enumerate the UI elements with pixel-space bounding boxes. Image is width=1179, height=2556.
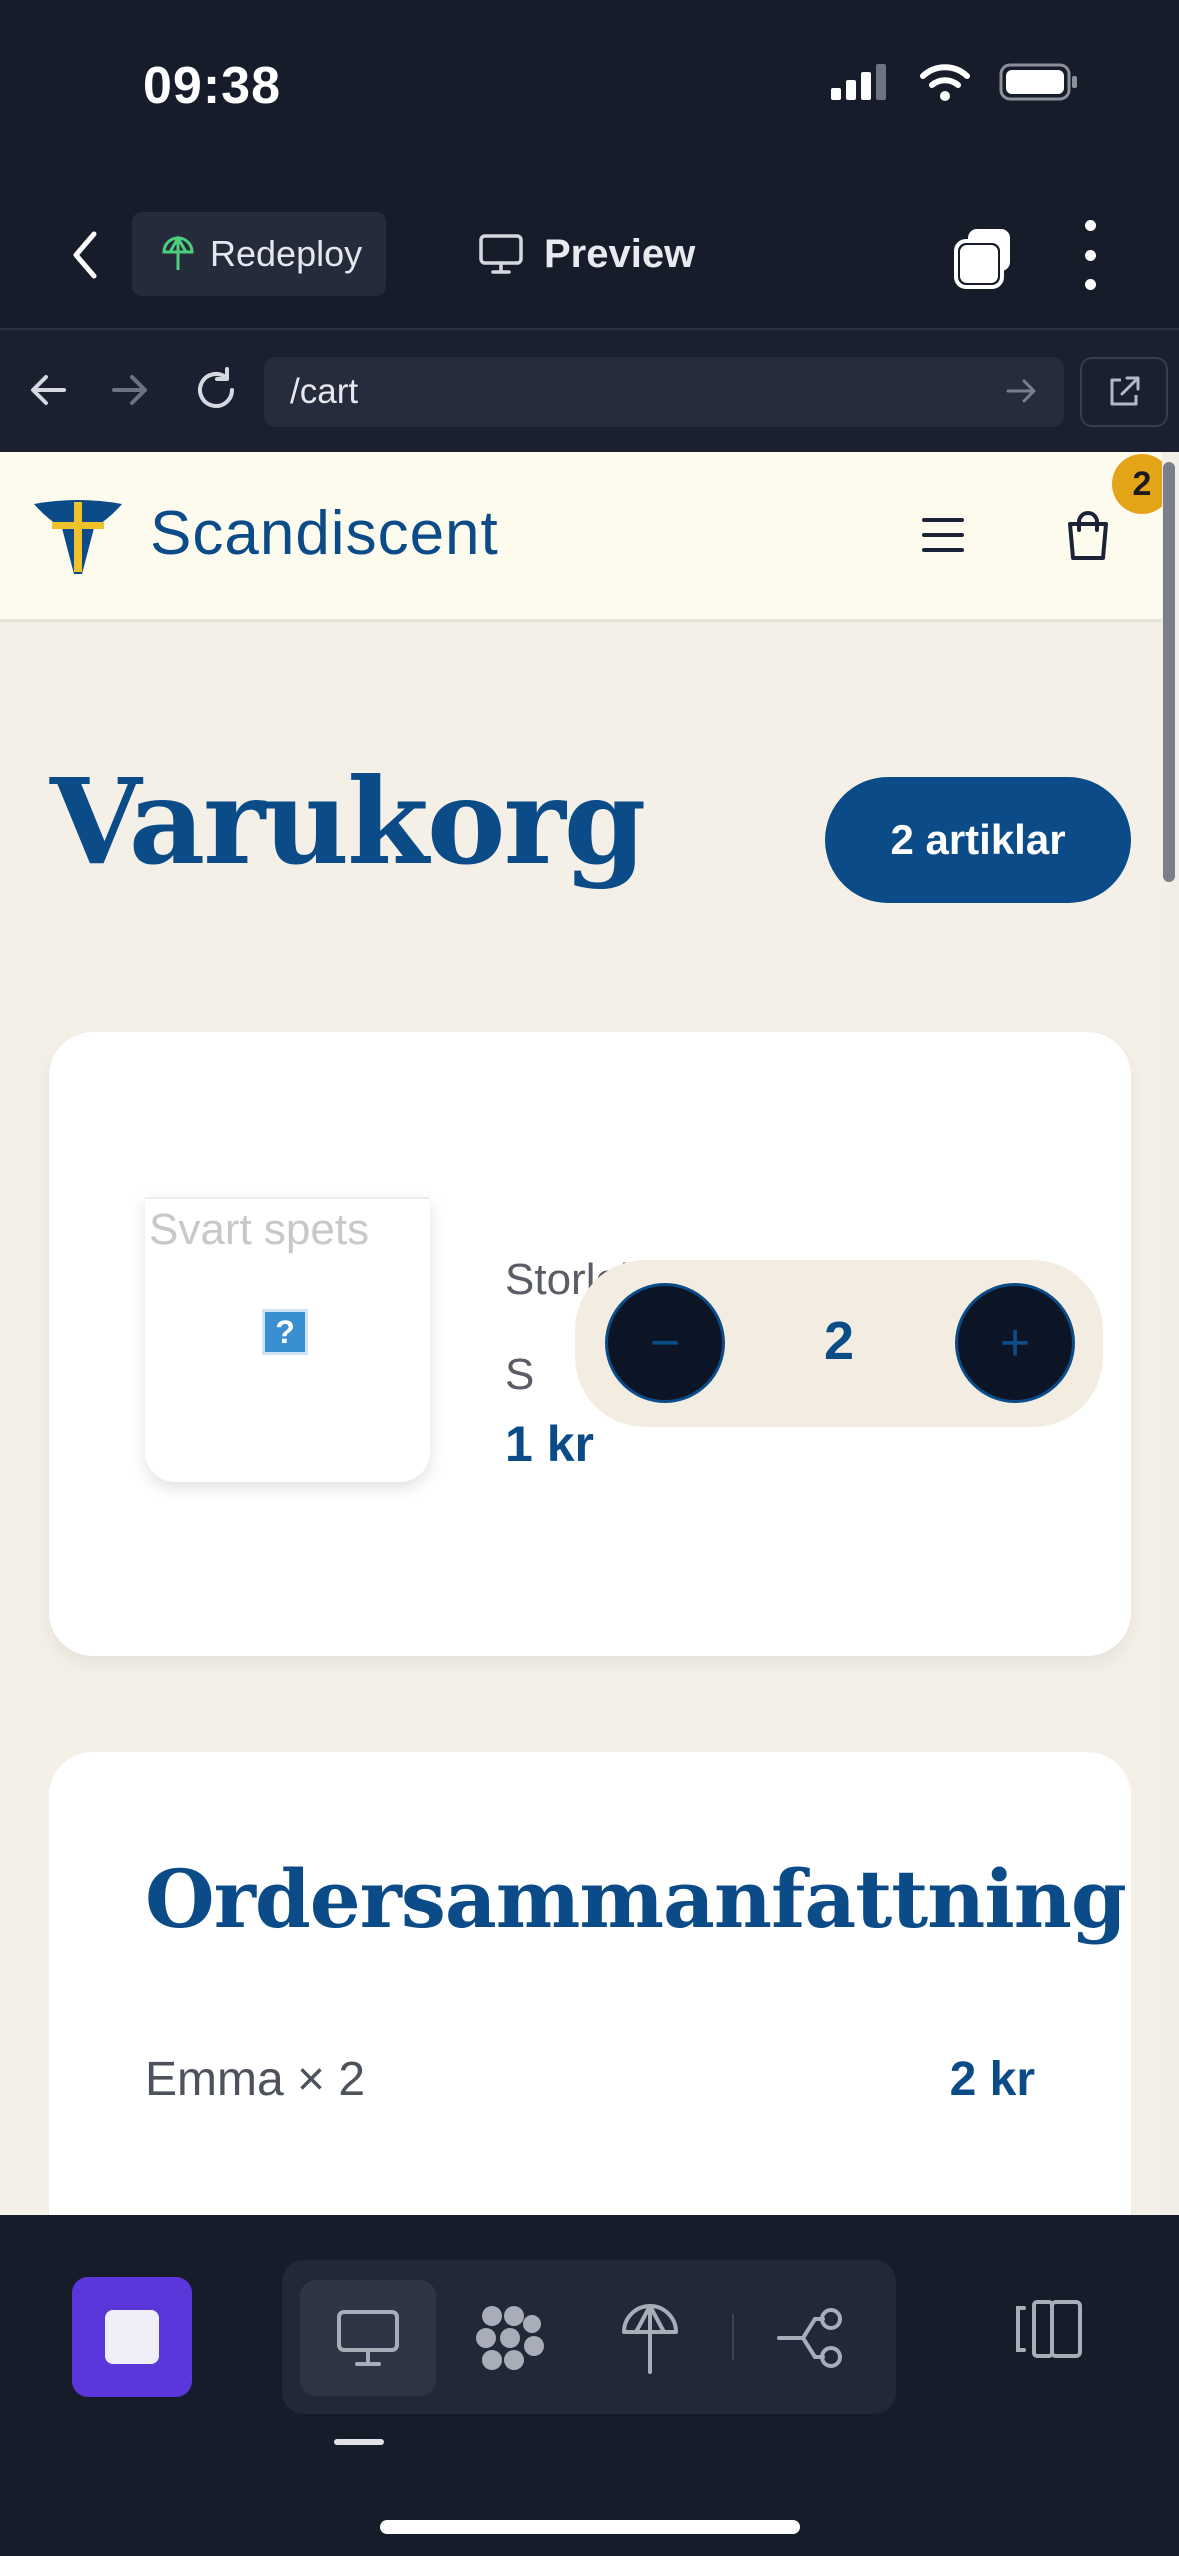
windows-icon[interactable] (950, 225, 1020, 295)
workflow-icon (777, 2308, 842, 2368)
deploy-icon (162, 236, 194, 270)
cart-item-card: Svart spets ? Storlek: S 1 kr − 2 + (49, 1032, 1131, 1656)
battery-icon (999, 63, 1077, 101)
page-title: Varukorg (50, 752, 646, 891)
decrement-button[interactable]: − (605, 1283, 725, 1403)
back-chevron-icon[interactable] (60, 225, 110, 285)
scrollbar-thumb[interactable] (1163, 462, 1175, 882)
item-price: 1 kr (505, 1416, 594, 1472)
swedish-cross-logo-icon[interactable] (30, 498, 126, 578)
site-preview: Scandiscent 2 Varukorg 2 artiklar Svart … (0, 452, 1179, 2215)
deploy-icon (622, 2304, 678, 2374)
quantity-stepper: − 2 + (575, 1260, 1103, 1427)
tool-separator (732, 2314, 734, 2360)
home-indicator (380, 2520, 800, 2534)
site-name[interactable]: Scandiscent (150, 498, 499, 569)
hamburger-menu-icon[interactable] (922, 518, 964, 552)
broken-image-icon: ? (262, 1309, 308, 1355)
summary-title: Ordersammanfattning (145, 1852, 1127, 1946)
device-icon (1016, 2300, 1082, 2358)
monitor-icon (337, 2310, 399, 2366)
external-link-icon (1110, 376, 1140, 406)
order-summary-card: Ordersammanfattning Emma × 2 2 kr (49, 1752, 1131, 2215)
url-text: /cart (290, 372, 359, 411)
url-input[interactable]: /cart (264, 357, 1064, 427)
ide-toolbar: Redeploy Preview (0, 175, 1179, 330)
address-bar-row: /cart (0, 330, 1179, 452)
cellular-signal-icon (831, 64, 886, 100)
increment-button[interactable]: + (955, 1283, 1075, 1403)
summary-line-amount: 2 kr (949, 2053, 1035, 2106)
device-toggle-button[interactable] (1008, 2289, 1088, 2369)
item-count-badge: 2 artiklar (825, 777, 1131, 903)
stop-button[interactable] (72, 2277, 192, 2397)
reload-icon[interactable] (186, 360, 246, 420)
deploy-tool-button[interactable] (582, 2280, 718, 2396)
shopping-bag-icon[interactable] (1060, 508, 1116, 564)
product-image-alt-text: Svart spets (149, 1205, 370, 1254)
status-time: 09:38 (143, 57, 281, 115)
site-header: Scandiscent (0, 452, 1162, 622)
redeploy-button[interactable]: Redeploy (132, 212, 386, 296)
nav-back-icon[interactable] (18, 360, 78, 420)
redeploy-label: Redeploy (210, 233, 363, 274)
preview-label: Preview (544, 231, 696, 276)
components-tool-button[interactable] (442, 2280, 578, 2396)
wifi-icon (920, 64, 970, 101)
preview-tool-button[interactable] (300, 2280, 436, 2396)
status-icons (829, 62, 1079, 102)
monitor-icon (479, 234, 523, 274)
go-arrow-icon[interactable] (1004, 373, 1040, 409)
product-image[interactable]: Svart spets ? (145, 1197, 430, 1482)
ide-bottom-bar (0, 2215, 1179, 2556)
active-tab-indicator (334, 2439, 384, 2445)
preview-tab[interactable]: Preview (478, 212, 695, 296)
summary-line-item: Emma × 2 (145, 2053, 366, 2106)
cluster-icon (476, 2306, 544, 2370)
status-bar: 09:38 (0, 0, 1179, 175)
more-menu-icon[interactable] (1072, 220, 1108, 290)
quantity-value: 2 (823, 1311, 855, 1371)
open-external-button[interactable] (1080, 357, 1168, 427)
tool-group (282, 2260, 896, 2414)
workflow-tool-button[interactable] (742, 2280, 878, 2396)
nav-forward-icon[interactable] (100, 360, 160, 420)
stop-icon (105, 2310, 159, 2364)
